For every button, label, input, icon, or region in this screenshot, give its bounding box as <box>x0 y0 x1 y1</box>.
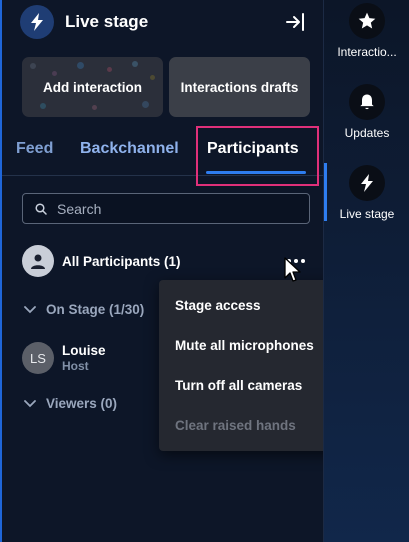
all-participants-label: All Participants (1) <box>62 253 181 269</box>
search-box[interactable] <box>22 193 310 224</box>
add-interaction-label: Add interaction <box>42 79 142 95</box>
participant-role: Host <box>62 359 89 373</box>
tab-feed[interactable]: Feed <box>16 140 53 158</box>
live-stage-panel: Live stage Add interaction Interactions … <box>0 0 396 542</box>
page-title: Live stage <box>65 12 149 31</box>
mouse-cursor-icon <box>284 257 301 282</box>
search-input[interactable] <box>57 200 297 217</box>
bolt-icon <box>20 5 54 39</box>
all-participants-row[interactable]: All Participants (1) <box>22 245 312 277</box>
rail-item-interactions[interactable]: Interactio... <box>324 3 409 59</box>
interactions-drafts-button[interactable]: Interactions drafts <box>169 57 310 117</box>
chevron-down-icon <box>24 399 36 407</box>
on-stage-label: On Stage (1/30) <box>46 302 145 317</box>
active-tab-indicator <box>206 171 306 174</box>
menu-item-mute-all-microphones[interactable]: Mute all microphones <box>175 338 314 353</box>
menu-item-clear-raised-hands: Clear raised hands <box>175 418 296 433</box>
rail-item-label: Interactio... <box>337 45 397 59</box>
chevron-down-icon <box>24 305 36 313</box>
interactions-drafts-label: Interactions drafts <box>180 79 299 95</box>
bolt-icon <box>349 165 385 201</box>
person-icon <box>22 245 54 277</box>
tab-participants[interactable]: Participants <box>207 140 299 158</box>
exit-icon[interactable] <box>284 10 308 34</box>
rail-item-live-stage[interactable]: Live stage <box>324 165 409 221</box>
rail-item-label: Live stage <box>339 207 395 221</box>
participant-name: Louise <box>62 343 106 358</box>
bell-icon <box>349 84 385 120</box>
right-nav-rail: Interactio... Updates Live stage <box>323 0 409 542</box>
rail-item-label: Updates <box>344 126 390 140</box>
participant-row[interactable]: LS Louise Host <box>22 342 106 374</box>
avatar: LS <box>22 342 54 374</box>
tab-backchannel[interactable]: Backchannel <box>80 140 179 158</box>
search-icon <box>35 202 47 215</box>
on-stage-section-toggle[interactable]: On Stage (1/30) <box>24 302 144 317</box>
tab-bar: Feed Backchannel Participants <box>2 130 323 176</box>
menu-item-turn-off-all-cameras[interactable]: Turn off all cameras <box>175 378 302 393</box>
viewers-section-toggle[interactable]: Viewers (0) <box>24 396 117 411</box>
viewers-label: Viewers (0) <box>46 396 118 411</box>
panel-header: Live stage <box>20 4 310 40</box>
add-interaction-button[interactable]: Add interaction <box>22 57 163 117</box>
rail-item-updates[interactable]: Updates <box>324 84 409 140</box>
menu-item-stage-access[interactable]: Stage access <box>175 298 261 313</box>
star-icon <box>349 3 385 39</box>
interaction-cards: Add interaction Interactions drafts <box>22 57 310 117</box>
